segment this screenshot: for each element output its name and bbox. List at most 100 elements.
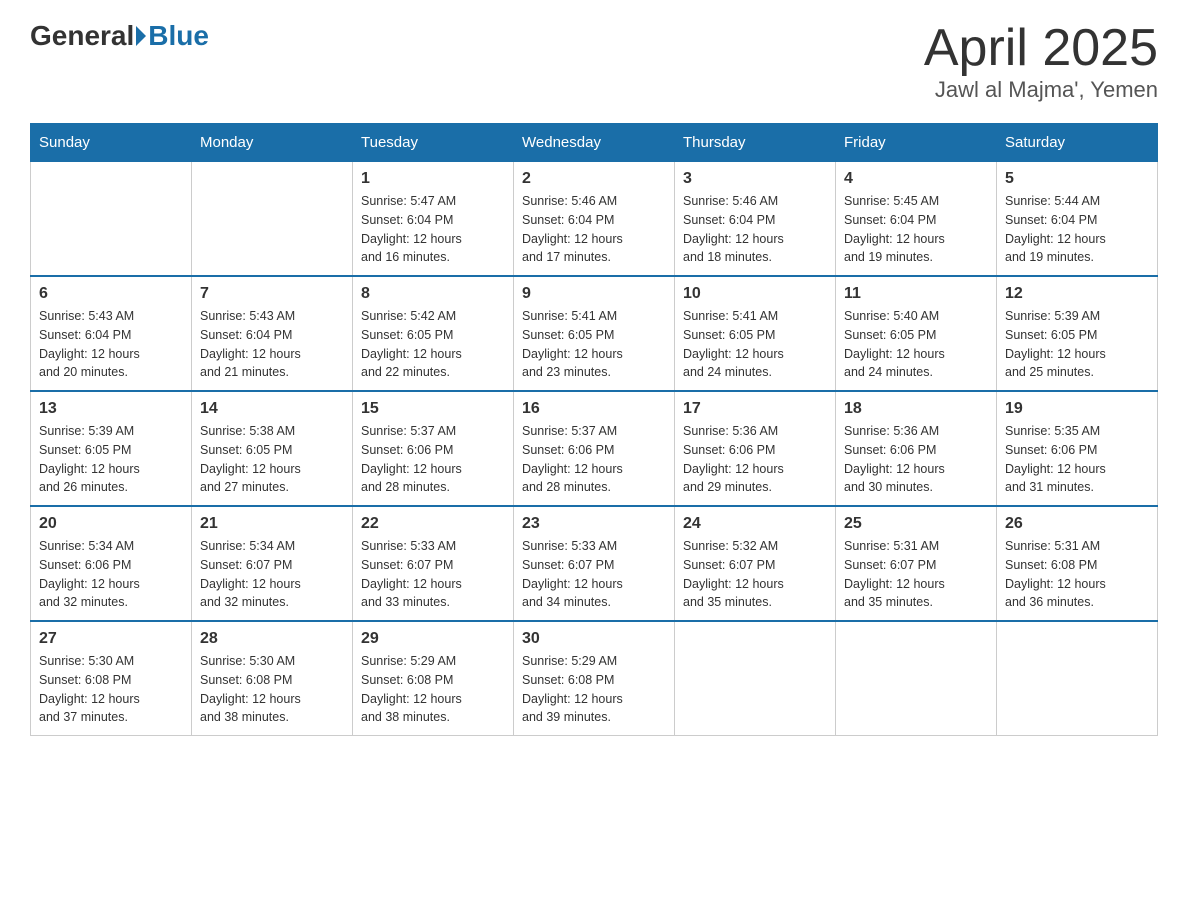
calendar-cell: 28 Sunrise: 5:30 AM Sunset: 6:08 PM Dayli…: [192, 621, 353, 736]
col-header-tuesday: Tuesday: [353, 124, 514, 162]
calendar-title: April 2025: [924, 20, 1158, 77]
calendar-cell: [997, 621, 1158, 736]
col-header-wednesday: Wednesday: [514, 124, 675, 162]
calendar-cell: 17 Sunrise: 5:36 AM Sunset: 6:06 PM Dayli…: [675, 391, 836, 506]
day-info: Sunrise: 5:36 AM Sunset: 6:06 PM Dayligh…: [683, 422, 827, 497]
day-info: Sunrise: 5:34 AM Sunset: 6:07 PM Dayligh…: [200, 537, 344, 612]
calendar-cell: [836, 621, 997, 736]
day-info: Sunrise: 5:30 AM Sunset: 6:08 PM Dayligh…: [200, 652, 344, 727]
calendar-cell: 8 Sunrise: 5:42 AM Sunset: 6:05 PM Daylig…: [353, 276, 514, 391]
day-number: 28: [200, 630, 344, 648]
calendar-week-row: 1Sunrise: 5:47 AM Sunset: 6:04 PM Daylig…: [31, 162, 1158, 277]
calendar-cell: 20 Sunrise: 5:34 AM Sunset: 6:06 PM Dayli…: [31, 506, 192, 621]
day-info: Sunrise: 5:33 AM Sunset: 6:07 PM Dayligh…: [361, 537, 505, 612]
calendar-cell: 21 Sunrise: 5:34 AM Sunset: 6:07 PM Dayli…: [192, 506, 353, 621]
calendar-cell: 29 Sunrise: 5:29 AM Sunset: 6:08 PM Dayli…: [353, 621, 514, 736]
calendar-cell: 3Sunrise: 5:46 AM Sunset: 6:04 PM Daylig…: [675, 162, 836, 277]
calendar-cell: 9Sunrise: 5:41 AM Sunset: 6:05 PM Daylig…: [514, 276, 675, 391]
calendar-week-row: 20 Sunrise: 5:34 AM Sunset: 6:06 PM Dayli…: [31, 506, 1158, 621]
day-info: Sunrise: 5:34 AM Sunset: 6:06 PM Dayligh…: [39, 537, 183, 612]
calendar-cell: 10 Sunrise: 5:41 AM Sunset: 6:05 PM Dayli…: [675, 276, 836, 391]
day-info: Sunrise: 5:31 AM Sunset: 6:08 PM Dayligh…: [1005, 537, 1149, 612]
col-header-friday: Friday: [836, 124, 997, 162]
calendar-cell: 16 Sunrise: 5:37 AM Sunset: 6:06 PM Dayli…: [514, 391, 675, 506]
col-header-thursday: Thursday: [675, 124, 836, 162]
day-info: Sunrise: 5:36 AM Sunset: 6:06 PM Dayligh…: [844, 422, 988, 497]
day-number: 7: [200, 285, 344, 303]
calendar-subtitle: Jawl al Majma', Yemen: [924, 77, 1158, 103]
day-number: 5: [1005, 170, 1149, 188]
calendar-cell: 13 Sunrise: 5:39 AM Sunset: 6:05 PM Dayli…: [31, 391, 192, 506]
day-info: Sunrise: 5:29 AM Sunset: 6:08 PM Dayligh…: [522, 652, 666, 727]
day-number: 14: [200, 400, 344, 418]
day-number: 1: [361, 170, 505, 188]
calendar-cell: 12 Sunrise: 5:39 AM Sunset: 6:05 PM Dayli…: [997, 276, 1158, 391]
day-number: 2: [522, 170, 666, 188]
calendar-cell: 14 Sunrise: 5:38 AM Sunset: 6:05 PM Dayli…: [192, 391, 353, 506]
day-info: Sunrise: 5:46 AM Sunset: 6:04 PM Dayligh…: [522, 192, 666, 267]
day-number: 27: [39, 630, 183, 648]
calendar-cell: 24 Sunrise: 5:32 AM Sunset: 6:07 PM Dayli…: [675, 506, 836, 621]
day-info: Sunrise: 5:45 AM Sunset: 6:04 PM Dayligh…: [844, 192, 988, 267]
col-header-saturday: Saturday: [997, 124, 1158, 162]
calendar-cell: 2 Sunrise: 5:46 AM Sunset: 6:04 PM Daylig…: [514, 162, 675, 277]
calendar-cell: 26 Sunrise: 5:31 AM Sunset: 6:08 PM Dayli…: [997, 506, 1158, 621]
day-info: Sunrise: 5:32 AM Sunset: 6:07 PM Dayligh…: [683, 537, 827, 612]
day-info: Sunrise: 5:39 AM Sunset: 6:05 PM Dayligh…: [1005, 307, 1149, 382]
day-number: 22: [361, 515, 505, 533]
day-info: Sunrise: 5:38 AM Sunset: 6:05 PM Dayligh…: [200, 422, 344, 497]
day-number: 29: [361, 630, 505, 648]
day-info: Sunrise: 5:39 AM Sunset: 6:05 PM Dayligh…: [39, 422, 183, 497]
day-number: 4: [844, 170, 988, 188]
day-number: 10: [683, 285, 827, 303]
calendar-cell: 23 Sunrise: 5:33 AM Sunset: 6:07 PM Dayli…: [514, 506, 675, 621]
day-info: Sunrise: 5:29 AM Sunset: 6:08 PM Dayligh…: [361, 652, 505, 727]
page-header: General Blue April 2025 Jawl al Majma', …: [30, 20, 1158, 103]
day-number: 24: [683, 515, 827, 533]
day-info: Sunrise: 5:41 AM Sunset: 6:05 PM Dayligh…: [522, 307, 666, 382]
calendar-cell: [675, 621, 836, 736]
day-number: 3: [683, 170, 827, 188]
day-number: 20: [39, 515, 183, 533]
day-info: Sunrise: 5:44 AM Sunset: 6:04 PM Dayligh…: [1005, 192, 1149, 267]
calendar-cell: 27Sunrise: 5:30 AM Sunset: 6:08 PM Dayli…: [31, 621, 192, 736]
calendar-cell: [192, 162, 353, 277]
day-info: Sunrise: 5:43 AM Sunset: 6:04 PM Dayligh…: [200, 307, 344, 382]
calendar-cell: 1Sunrise: 5:47 AM Sunset: 6:04 PM Daylig…: [353, 162, 514, 277]
calendar-week-row: 6 Sunrise: 5:43 AM Sunset: 6:04 PM Daylig…: [31, 276, 1158, 391]
day-number: 23: [522, 515, 666, 533]
day-info: Sunrise: 5:37 AM Sunset: 6:06 PM Dayligh…: [522, 422, 666, 497]
calendar-cell: 22 Sunrise: 5:33 AM Sunset: 6:07 PM Dayli…: [353, 506, 514, 621]
title-block: April 2025 Jawl al Majma', Yemen: [924, 20, 1158, 103]
calendar-cell: 25 Sunrise: 5:31 AM Sunset: 6:07 PM Dayli…: [836, 506, 997, 621]
logo-arrow-icon: [136, 26, 146, 46]
calendar-cell: 15Sunrise: 5:37 AM Sunset: 6:06 PM Dayli…: [353, 391, 514, 506]
day-number: 26: [1005, 515, 1149, 533]
day-number: 25: [844, 515, 988, 533]
day-number: 13: [39, 400, 183, 418]
calendar-cell: 4 Sunrise: 5:45 AM Sunset: 6:04 PM Daylig…: [836, 162, 997, 277]
calendar-cell: 6 Sunrise: 5:43 AM Sunset: 6:04 PM Daylig…: [31, 276, 192, 391]
calendar-cell: 19Sunrise: 5:35 AM Sunset: 6:06 PM Dayli…: [997, 391, 1158, 506]
day-number: 21: [200, 515, 344, 533]
day-number: 8: [361, 285, 505, 303]
calendar-cell: [31, 162, 192, 277]
day-number: 12: [1005, 285, 1149, 303]
col-header-sunday: Sunday: [31, 124, 192, 162]
day-number: 17: [683, 400, 827, 418]
calendar-week-row: 13 Sunrise: 5:39 AM Sunset: 6:05 PM Dayli…: [31, 391, 1158, 506]
day-number: 6: [39, 285, 183, 303]
day-number: 16: [522, 400, 666, 418]
day-number: 30: [522, 630, 666, 648]
calendar-cell: 30 Sunrise: 5:29 AM Sunset: 6:08 PM Dayli…: [514, 621, 675, 736]
day-info: Sunrise: 5:42 AM Sunset: 6:05 PM Dayligh…: [361, 307, 505, 382]
day-info: Sunrise: 5:41 AM Sunset: 6:05 PM Dayligh…: [683, 307, 827, 382]
logo-blue-text: Blue: [148, 20, 209, 52]
day-info: Sunrise: 5:33 AM Sunset: 6:07 PM Dayligh…: [522, 537, 666, 612]
day-info: Sunrise: 5:31 AM Sunset: 6:07 PM Dayligh…: [844, 537, 988, 612]
day-number: 18: [844, 400, 988, 418]
calendar-week-row: 27 Sunrise: 5:30 AM Sunset: 6:08 PM Dayli…: [31, 621, 1158, 736]
day-info: Sunrise: 5:43 AM Sunset: 6:04 PM Dayligh…: [39, 307, 183, 382]
day-number: 11: [844, 285, 988, 303]
day-info: Sunrise: 5:40 AM Sunset: 6:05 PM Dayligh…: [844, 307, 988, 382]
